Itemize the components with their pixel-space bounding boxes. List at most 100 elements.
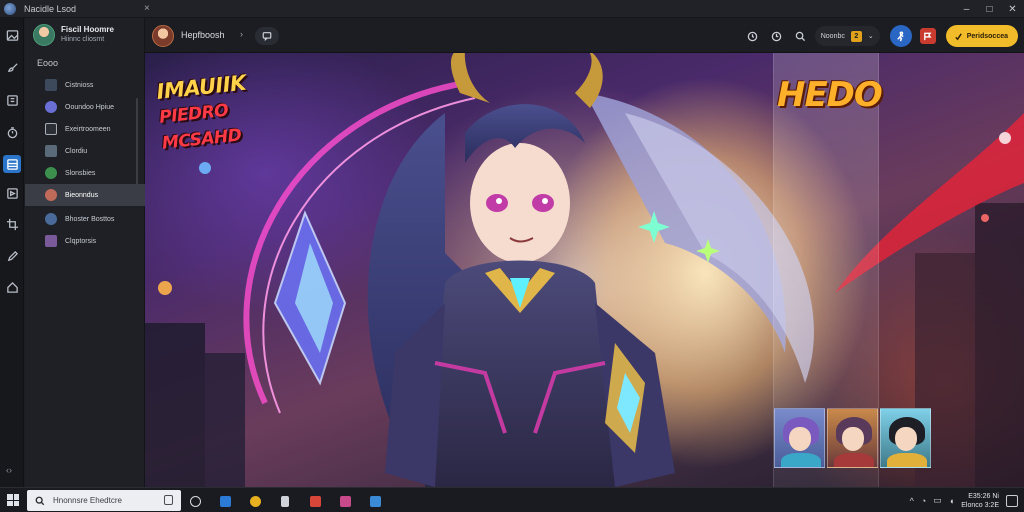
sidebar-list: Cistnioss Ooundoo Hpiue Exeirtroomeen Cl… [25, 74, 145, 252]
rail-crop-icon[interactable] [3, 215, 21, 233]
maximize-button[interactable]: □ [978, 0, 1001, 18]
clock-icon [771, 31, 782, 41]
runner-icon [897, 30, 904, 41]
square-icon [45, 123, 57, 135]
sidebar-item-label: Clordiu [65, 147, 88, 155]
generate-button[interactable]: Peridsoccea [945, 25, 1018, 47]
sidebar-item-label: Bieonndus [65, 191, 99, 199]
rail-timer-icon[interactable] [3, 123, 21, 141]
window-controls: – □ ✕ [955, 0, 1024, 18]
flag-button[interactable] [919, 28, 936, 44]
folder-icon [45, 79, 57, 91]
history-icon [747, 31, 758, 41]
start-button[interactable] [7, 494, 19, 506]
thumbnail[interactable] [827, 408, 878, 468]
sidebar-item[interactable]: Clordiu [25, 140, 145, 162]
sidebar-scrollbar[interactable] [136, 98, 138, 188]
sidebar-item-label: Bhoster Bosttos [65, 215, 115, 223]
sidebar-item-label: Cistnioss [65, 81, 94, 89]
canvas-stage[interactable]: IMAUIIK PIEDRO MCSAHD HEDO [145, 53, 1024, 487]
sidebar-item[interactable]: Bhoster Bosttos [25, 208, 145, 230]
sidebar-item-label: Clqptorsis [65, 237, 97, 245]
app-blue-icon[interactable] [366, 492, 384, 510]
avatar [33, 24, 55, 46]
app-pink-icon[interactable] [336, 492, 354, 510]
window-title: Nacidle Lsod [24, 3, 77, 14]
sidebar-item[interactable]: Exeirtroomeen [25, 118, 145, 140]
top-toolbar: Hepfboosh › Noonbc 2 ⌄ Peridsoccea [145, 18, 1024, 53]
hero-title: IMAUIIK PIEDRO MCSAHD [155, 63, 312, 156]
sidebar-item-label: Slonsbies [65, 169, 96, 177]
search-icon [795, 31, 806, 41]
rail-image-icon[interactable] [3, 26, 21, 44]
leaf-icon [45, 167, 57, 179]
model-selector[interactable]: Noonbc 2 ⌄ [814, 26, 880, 46]
profile-subtitle: Hiinnc cliosmt [61, 36, 105, 43]
sidebar-item[interactable]: Cistnioss [25, 74, 145, 96]
chat-button[interactable] [255, 27, 279, 45]
system-tray: ^ ◔ ▭ ◖ E35:26 Ni Elonco 3:2E [910, 490, 1018, 511]
clock-date: Elonco 3:2E [961, 501, 999, 509]
thumbnail[interactable] [774, 408, 825, 468]
mic-icon[interactable] [164, 495, 173, 505]
edge-icon[interactable] [216, 492, 234, 510]
sidebar-item[interactable]: Clqptorsis [25, 230, 145, 252]
rail-layers-icon[interactable] [3, 91, 21, 109]
history-button[interactable] [743, 26, 763, 46]
search-button[interactable] [791, 26, 811, 46]
taskbar-search-placeholder: Hnonnsre Ehedtcre [53, 496, 122, 505]
chat-icon [262, 32, 272, 41]
user-avatar[interactable] [152, 25, 174, 47]
rail-brush-icon[interactable] [3, 58, 21, 76]
image-icon [45, 235, 57, 247]
model-selector-value: Noonbc [820, 32, 845, 40]
battery-icon[interactable]: ▭ [933, 495, 942, 506]
sidebar-item[interactable]: Slonsbies [25, 162, 145, 184]
app-logo-icon [4, 2, 16, 15]
sidebar-section-label: Eooo [37, 58, 59, 68]
network-icon[interactable]: ◔ [921, 496, 926, 506]
volume-icon[interactable]: ◖ [949, 496, 954, 506]
app-red-icon[interactable] [306, 492, 324, 510]
clock-button[interactable] [767, 26, 787, 46]
generate-button-label: Peridsoccea [966, 32, 1008, 40]
chevron-down-icon: ⌄ [867, 33, 874, 40]
rail-pen-icon[interactable] [3, 247, 21, 265]
clock-time: E35:26 Ni [968, 492, 999, 500]
profile[interactable]: Fiscil Hoomre Hiinnc cliosmt [33, 24, 114, 46]
character-icon [45, 101, 57, 113]
title-bar: Nacidle Lsod × – □ ✕ [0, 0, 1024, 18]
rail-gallery-icon[interactable] [3, 155, 21, 173]
files-icon[interactable] [276, 492, 294, 510]
minimize-button[interactable]: – [955, 0, 978, 18]
tray-chevron-icon[interactable]: ^ [910, 496, 914, 506]
tab-close-button[interactable]: × [144, 3, 150, 14]
avatar-icon [45, 189, 57, 201]
count-badge: 2 [850, 30, 862, 42]
sidebar: Fiscil Hoomre Hiinnc cliosmt Eooo Cistni… [25, 18, 145, 487]
rail-frame-icon[interactable] [3, 184, 21, 202]
clock[interactable]: E35:26 Ni Elonco 3:2E [961, 492, 999, 510]
taskbar: Hnonnsre Ehedtcre ^ ◔ ▭ ◖ E35:26 Ni Elon… [0, 487, 1024, 512]
chevron-right-icon[interactable]: › [240, 29, 243, 39]
close-button[interactable]: ✕ [1001, 0, 1024, 18]
thumbnail-strip [774, 408, 931, 468]
rail-expand-icon[interactable]: ‹› [6, 465, 12, 475]
taskbar-search[interactable]: Hnonnsre Ehedtcre [27, 490, 181, 511]
sidebar-item-label: Ooundoo Hpiue [65, 103, 115, 111]
icon-rail: ‹› [0, 18, 24, 487]
sidebar-item[interactable]: Ooundoo Hpiue [25, 96, 145, 118]
task-view-icon[interactable] [186, 492, 204, 510]
user-icon [45, 213, 57, 225]
thumbnail[interactable] [880, 408, 931, 468]
rail-home-icon[interactable] [3, 278, 21, 296]
flag-icon [924, 32, 932, 40]
taskbar-apps [186, 492, 384, 510]
user-name[interactable]: Hepfboosh [181, 30, 225, 40]
sidebar-item-label: Exeirtroomeen [65, 125, 111, 133]
notification-icon[interactable] [1006, 494, 1018, 507]
chrome-icon[interactable] [246, 492, 264, 510]
search-icon [35, 496, 45, 505]
run-button[interactable] [889, 25, 912, 47]
sidebar-item-active[interactable]: Bieonndus [25, 184, 145, 206]
